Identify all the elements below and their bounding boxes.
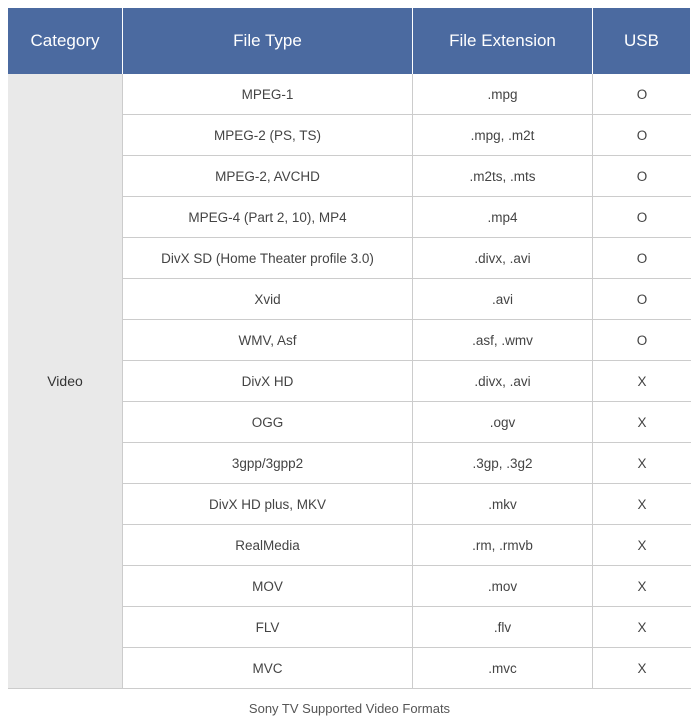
table-row: OGG <box>123 402 413 443</box>
table-row: .rm, .rmvb <box>413 525 593 566</box>
table-row: X <box>593 443 691 484</box>
header-filetype: File Type <box>123 8 413 74</box>
table-row: X <box>593 402 691 443</box>
table-row: X <box>593 525 691 566</box>
table-row: MVC <box>123 648 413 689</box>
table-row: O <box>593 197 691 238</box>
table-row: MOV <box>123 566 413 607</box>
table-row: 3gpp/3gpp2 <box>123 443 413 484</box>
table-row: X <box>593 361 691 402</box>
table-row: RealMedia <box>123 525 413 566</box>
table-row: O <box>593 156 691 197</box>
table-row: DivX HD <box>123 361 413 402</box>
table-row: MPEG-2, AVCHD <box>123 156 413 197</box>
table-row: MPEG-1 <box>123 74 413 115</box>
table-row: .mp4 <box>413 197 593 238</box>
table-row: X <box>593 648 691 689</box>
table-row: .mvc <box>413 648 593 689</box>
formats-table: Category File Type File Extension USB Vi… <box>8 8 691 689</box>
table-row: FLV <box>123 607 413 648</box>
header-extension: File Extension <box>413 8 593 74</box>
table-row: Xvid <box>123 279 413 320</box>
table-row: .m2ts, .mts <box>413 156 593 197</box>
table-row: O <box>593 74 691 115</box>
category-cell: Video <box>8 74 123 689</box>
table-row: .divx, .avi <box>413 361 593 402</box>
table-row: O <box>593 320 691 361</box>
table-row: O <box>593 279 691 320</box>
table-row: .flv <box>413 607 593 648</box>
table-row: X <box>593 484 691 525</box>
table-row: .mkv <box>413 484 593 525</box>
table-row: X <box>593 566 691 607</box>
table-row: MPEG-4 (Part 2, 10), MP4 <box>123 197 413 238</box>
table-row: .avi <box>413 279 593 320</box>
table-row: .3gp, .3g2 <box>413 443 593 484</box>
header-usb: USB <box>593 8 691 74</box>
table-row: WMV, Asf <box>123 320 413 361</box>
table-row: X <box>593 607 691 648</box>
table-row: MPEG-2 (PS, TS) <box>123 115 413 156</box>
header-category: Category <box>8 8 123 74</box>
table-row: DivX HD plus, MKV <box>123 484 413 525</box>
table-row: .mpg, .m2t <box>413 115 593 156</box>
table-row: .divx, .avi <box>413 238 593 279</box>
table-row: O <box>593 238 691 279</box>
table-row: .mov <box>413 566 593 607</box>
table-row: O <box>593 115 691 156</box>
table-row: .ogv <box>413 402 593 443</box>
table-row: DivX SD (Home Theater profile 3.0) <box>123 238 413 279</box>
table-row: .asf, .wmv <box>413 320 593 361</box>
table-row: .mpg <box>413 74 593 115</box>
table-caption: Sony TV Supported Video Formats <box>8 701 691 716</box>
